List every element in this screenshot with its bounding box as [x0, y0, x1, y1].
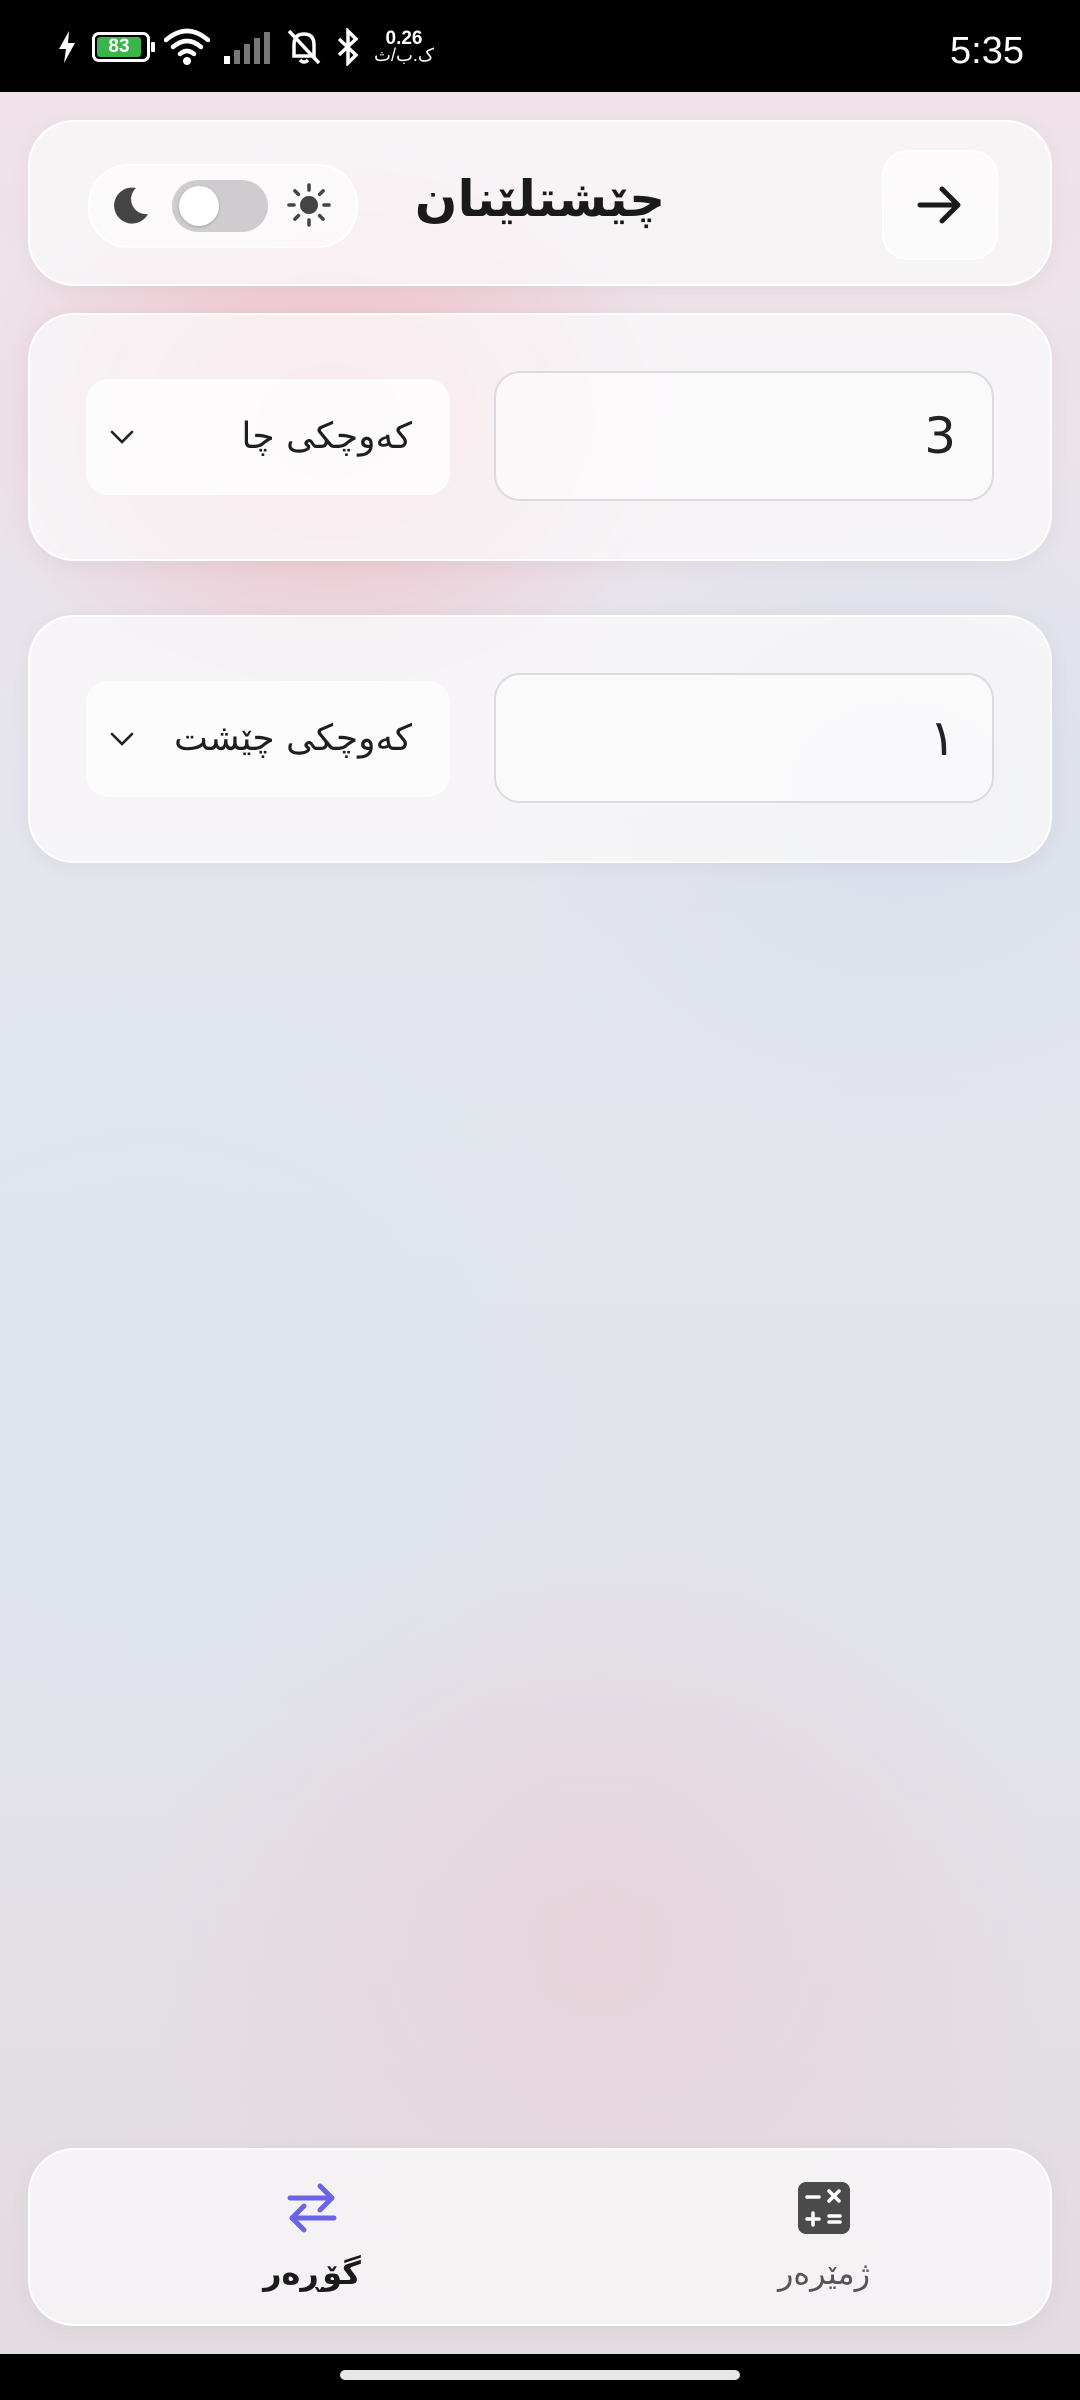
nav-converter-label: گۆڕەر	[263, 2254, 361, 2292]
nav-converter[interactable]: گۆڕەر	[202, 2180, 422, 2292]
back-button[interactable]	[882, 150, 998, 260]
wifi-icon	[164, 28, 210, 65]
chevron-down-icon	[110, 732, 134, 746]
calculator-icon	[798, 2182, 850, 2234]
chevron-down-icon	[110, 430, 134, 444]
charging-icon	[59, 31, 75, 63]
arrow-right-icon	[917, 186, 961, 224]
battery-icon: 83	[92, 32, 155, 62]
bell-muted-icon	[287, 29, 321, 65]
net-speed: 0.26 ک.ب/ث	[374, 29, 435, 65]
to-unit-label: کەوچکی چێشت	[174, 718, 412, 759]
bluetooth-icon	[337, 28, 359, 66]
home-indicator[interactable]	[340, 2370, 740, 2380]
bottom-navigation: گۆڕەر ژمێرەر	[28, 2148, 1052, 2326]
status-bar: 83 0.26 ک.ب/ث 5:35	[0, 0, 1080, 92]
nav-calculator[interactable]: ژمێرەر	[714, 2180, 934, 2292]
nav-calculator-label: ژمێرەر	[777, 2254, 871, 2292]
to-unit-dropdown[interactable]: کەوچکی چێشت	[86, 681, 450, 797]
net-speed-unit: ک.ب/ث	[374, 45, 435, 65]
clock: 5:35	[950, 30, 1024, 72]
to-unit-card: ١ کەوچکی چێشت	[28, 615, 1052, 863]
from-unit-card: 3 کەوچکی چا	[28, 313, 1052, 561]
header-bar: چێشتلێنان	[28, 120, 1052, 286]
battery-level: 83	[97, 37, 141, 57]
from-unit-label: کەوچکی چا	[241, 416, 412, 457]
from-unit-dropdown[interactable]: کەوچکی چا	[86, 379, 450, 495]
signal-icon	[224, 32, 270, 64]
to-value-input[interactable]: ١	[494, 673, 994, 803]
from-value-input[interactable]: 3	[494, 371, 994, 501]
swap-arrows-icon	[287, 2183, 337, 2233]
